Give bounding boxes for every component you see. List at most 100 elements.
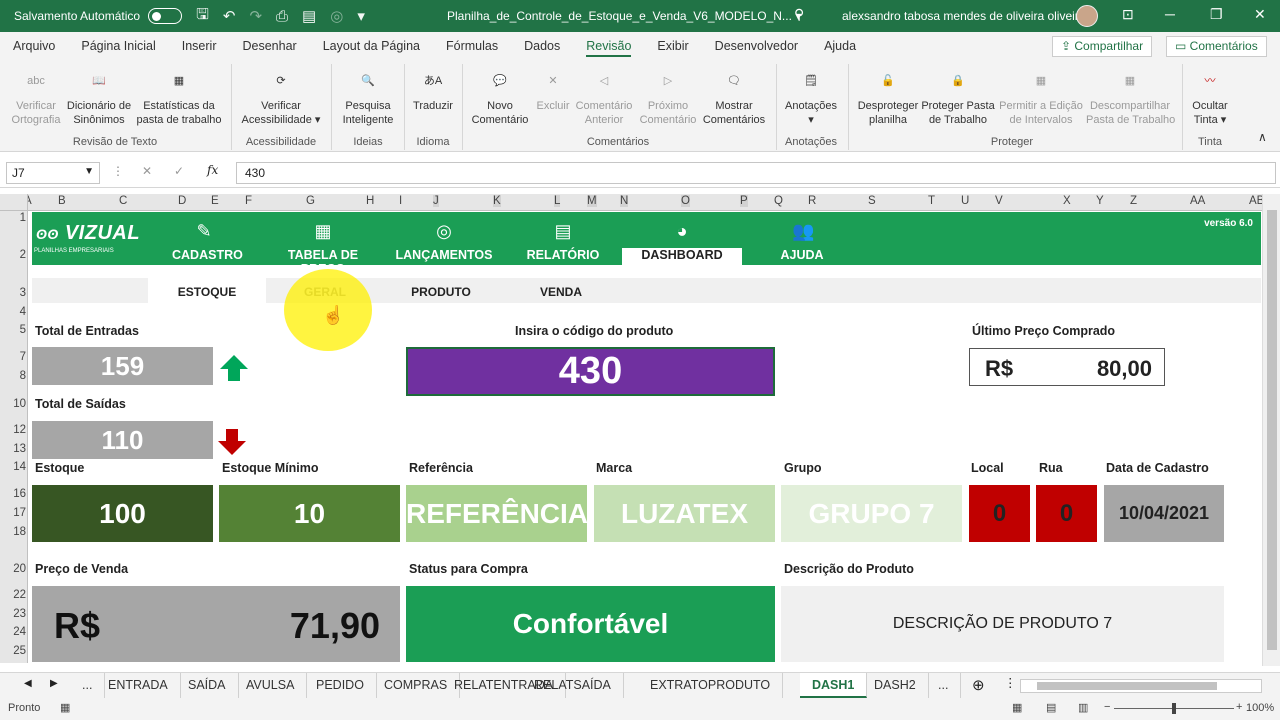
redo-icon[interactable]: ↷ [249, 7, 262, 25]
column-header[interactable]: R [808, 195, 816, 207]
nav-item-4[interactable]: DASHBOARD [622, 248, 742, 265]
row-header[interactable]: 16 [0, 488, 26, 500]
row-header[interactable]: 12 [0, 424, 26, 436]
column-header[interactable]: L [554, 195, 561, 207]
nav-item-5[interactable]: AJUDA [767, 248, 837, 265]
print-preview-icon[interactable]: ⎙ [276, 8, 288, 25]
new-comment-button[interactable]: 💬 Novo Comentário [468, 66, 532, 127]
row-header[interactable]: 20 [0, 563, 26, 575]
help-icon[interactable]: 👥 [792, 221, 814, 242]
column-header[interactable]: K [493, 195, 501, 207]
workbook-stats-button[interactable]: ▦ Estatísticas da pasta de trabalho [134, 66, 224, 127]
undo-icon[interactable]: ↶ [223, 7, 236, 25]
camera-icon[interactable]: ◎ [330, 7, 343, 25]
search-icon[interactable]: ⚲ [794, 6, 804, 23]
share-button[interactable]: ⇪ Compartilhar [1052, 36, 1153, 57]
menu-tab-2[interactable]: Inserir [169, 32, 230, 60]
menu-tab-6[interactable]: Dados [511, 32, 573, 60]
row-header[interactable]: 22 [0, 589, 26, 601]
row-header[interactable]: 14 [0, 461, 26, 473]
zoom-in-icon[interactable]: + [1236, 701, 1242, 713]
row-header[interactable]: 8 [0, 370, 26, 382]
menu-tab-7[interactable]: Revisão [573, 32, 644, 60]
sheet-tab-3[interactable]: AVULSA [234, 673, 308, 698]
row-header[interactable]: 13 [0, 443, 26, 455]
column-header[interactable]: H [366, 195, 374, 207]
scroll-left-icon[interactable]: ◀ [24, 678, 32, 689]
formula-input[interactable]: 430 [236, 162, 1276, 184]
row-header[interactable]: 4 [0, 306, 26, 318]
row-header[interactable]: 1 [0, 212, 26, 224]
macro-icon[interactable]: ▦ [60, 701, 70, 714]
column-header[interactable]: S [868, 195, 876, 207]
user-name[interactable]: alexsandro tabosa mendes de oliveira oli… [842, 9, 1085, 23]
column-header[interactable]: Q [774, 195, 783, 207]
row-header[interactable]: 18 [0, 526, 26, 538]
restore-icon[interactable]: ❐ [1210, 6, 1223, 23]
collapse-ribbon-icon[interactable]: ∧ [1258, 130, 1267, 144]
column-header[interactable]: I [399, 195, 402, 207]
column-header[interactable]: AA [1190, 195, 1205, 207]
normal-view-icon[interactable]: ▦ [1012, 701, 1022, 714]
column-header[interactable]: U [961, 195, 969, 207]
sheet-tab-2[interactable]: SAÍDA [176, 673, 239, 698]
row-header[interactable]: 23 [0, 608, 26, 620]
report-icon[interactable]: ▤ [553, 221, 573, 242]
enter-icon[interactable]: ✓ [174, 164, 184, 178]
previous-comment-button[interactable]: ◁ Comentário Anterior [572, 66, 636, 127]
sheet-tab-9[interactable]: DASH1 [800, 673, 868, 698]
pencil-icon[interactable]: ✎ [194, 221, 214, 242]
menu-tab-10[interactable]: Ajuda [811, 32, 869, 60]
column-header[interactable]: V [995, 195, 1003, 207]
menu-tab-1[interactable]: Página Inicial [68, 32, 168, 60]
column-header[interactable]: F [245, 195, 252, 207]
insert-function-icon[interactable]: fx [207, 163, 218, 177]
hide-ink-button[interactable]: 〰 Ocultar Tinta ▾ [1186, 66, 1234, 127]
add-sheet-icon[interactable]: ⊕ [972, 676, 985, 694]
allow-edit-ranges-button[interactable]: ▦ Permitir a Edição de Intervalos [994, 66, 1088, 127]
row-header[interactable]: 17 [0, 507, 26, 519]
scroll-right-icon[interactable]: ▶ [50, 678, 58, 689]
sheet-tab-8[interactable]: EXTRATOPRODUTO [638, 673, 784, 698]
sheet-tab-7[interactable]: RELATSAÍDA [522, 673, 624, 698]
customize-toolbar-icon[interactable]: ▾ [357, 7, 365, 25]
column-header[interactable]: B [58, 195, 66, 207]
notes-button[interactable]: 🗒 Anotações ▾ [780, 66, 842, 127]
close-icon[interactable]: ✕ [1254, 6, 1266, 23]
page-break-icon[interactable]: ▥ [1078, 701, 1088, 714]
autosave-toggle[interactable] [148, 8, 183, 24]
subtab-3[interactable]: VENDA [502, 278, 620, 303]
avatar[interactable] [1076, 5, 1098, 27]
column-header[interactable]: Z [1130, 195, 1137, 207]
unshare-workbook-button[interactable]: ▦ Descompartilhar Pasta de Trabalho [1086, 66, 1175, 127]
column-header[interactable]: G [306, 195, 315, 207]
menu-tab-9[interactable]: Desenvolvedor [702, 32, 811, 60]
column-header[interactable]: D [178, 195, 186, 207]
sheet-tab-10[interactable]: DASH2 [862, 673, 929, 698]
scroll-thumb[interactable] [1267, 210, 1277, 650]
smart-lookup-button[interactable]: 🔍 Pesquisa Inteligente [336, 66, 400, 127]
pie-chart-icon[interactable]: ◕ [672, 221, 692, 242]
accessibility-button[interactable]: ⟳ Verificar Acessibilidade ▾ [236, 66, 326, 127]
delete-comment-button[interactable]: ✕ Excluir [532, 66, 574, 113]
row-header[interactable]: 2 [0, 249, 26, 261]
row-header[interactable]: 7 [0, 351, 26, 363]
cancel-icon[interactable]: ✕ [142, 164, 152, 178]
column-header[interactable]: E [211, 195, 219, 207]
show-comments-button[interactable]: 🗨 Mostrar Comentários [700, 66, 768, 127]
next-comment-button[interactable]: ▷ Próximo Comentário [636, 66, 700, 127]
column-header[interactable]: O [681, 195, 690, 207]
nav-item-1[interactable]: TABELA DE PREÇO [268, 248, 378, 276]
quick-print-icon[interactable]: ▤ [302, 7, 316, 25]
sheet-tab-1[interactable]: ENTRADA [96, 673, 181, 698]
translate-button[interactable]: あA Traduzir [408, 66, 458, 113]
column-header[interactable]: C [119, 195, 127, 207]
menu-tab-5[interactable]: Fórmulas [433, 32, 511, 60]
menu-tab-8[interactable]: Exibir [644, 32, 701, 60]
column-header[interactable]: J [433, 195, 439, 207]
zoom-out-icon[interactable]: − [1104, 701, 1110, 713]
nav-item-3[interactable]: RELATÓRIO [522, 248, 604, 265]
ribbon-display-icon[interactable]: ⊡ [1122, 6, 1134, 23]
page-layout-icon[interactable]: ▤ [1046, 701, 1056, 714]
menu-tab-0[interactable]: Arquivo [0, 32, 68, 60]
